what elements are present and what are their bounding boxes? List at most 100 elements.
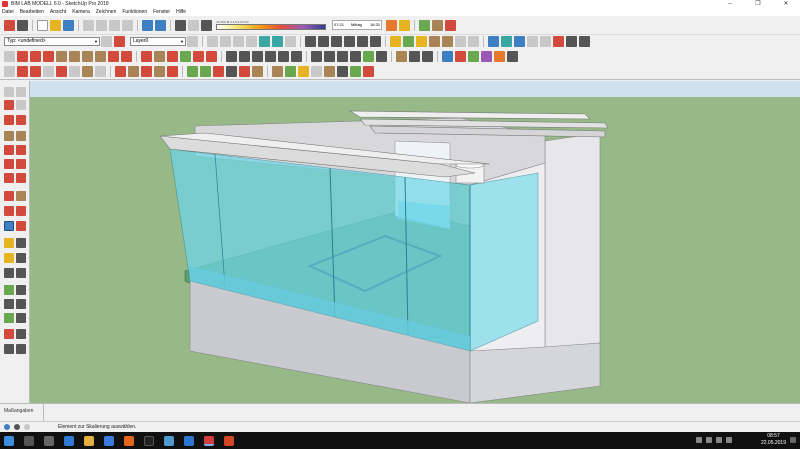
menu-zeichnen[interactable]: Zeichnen [96,9,117,15]
select-arrow-icon[interactable] [4,50,15,62]
section-fill-icon[interactable] [514,36,525,47]
notification-icon[interactable] [790,437,796,443]
line-icon[interactable] [30,50,41,62]
arc-icon[interactable] [108,50,119,62]
text-icon[interactable] [265,50,276,62]
shadow-month-slider[interactable]: J F M A M J J A S O N D [216,20,326,30]
powerpoint-icon[interactable] [224,435,234,446]
position-camera-icon[interactable] [396,50,407,62]
zoom-window-icon[interactable] [350,50,361,62]
previous-view-icon[interactable] [16,313,26,323]
previous-view-icon[interactable] [376,50,387,62]
paint-icon[interactable] [4,100,14,110]
photo-match-icon[interactable] [363,66,374,77]
pencil-icon[interactable] [30,66,41,77]
axes-icon[interactable] [4,268,14,278]
task-view-icon[interactable] [44,435,54,446]
top-view-icon[interactable] [318,36,329,47]
pan-icon[interactable] [324,50,335,62]
sketchup-taskbar-icon[interactable] [204,435,214,446]
iso-view-icon[interactable] [305,36,316,47]
layer-color-icon[interactable] [298,66,309,77]
zoom-extents-icon[interactable] [4,313,14,323]
menu-funktionen[interactable]: Funktionen [122,9,147,15]
paint-bucket-icon[interactable] [252,66,263,77]
move-tool-icon[interactable] [115,66,126,77]
open-folder-icon[interactable] [50,19,61,31]
rotated-rectangle-icon[interactable] [16,131,26,141]
keyboard-icon[interactable] [726,437,732,443]
look-around-icon[interactable] [409,50,420,62]
plugin-c-icon[interactable] [445,19,456,31]
search-icon[interactable] [24,435,34,446]
back-edges-icon[interactable] [220,36,231,47]
scale-icon[interactable] [193,50,204,62]
offset-tool-icon[interactable] [167,66,178,77]
measurements-box[interactable]: Maßangaben [0,404,44,422]
outliner-icon[interactable] [311,66,322,77]
back-view-icon[interactable] [357,36,368,47]
offset-icon[interactable] [206,50,217,62]
section-plane-icon[interactable] [488,36,499,47]
follow-me-icon[interactable] [180,50,191,62]
footprint-icon[interactable] [566,36,577,47]
3d-text-icon[interactable] [291,50,302,62]
push-pull-icon[interactable] [16,191,26,201]
drape-icon[interactable] [442,36,453,47]
arc-tool-icon[interactable] [56,66,67,77]
chevron-down-icon[interactable] [69,66,80,77]
sandbox-from-contours-icon[interactable] [187,66,198,77]
dimension-icon[interactable] [239,50,250,62]
volume-icon[interactable] [716,437,722,443]
line-icon[interactable] [4,115,14,125]
zoom-icon[interactable] [337,50,348,62]
move-icon[interactable] [4,191,14,201]
rotate-icon[interactable] [167,50,178,62]
left-view-icon[interactable] [370,36,381,47]
smoove-icon[interactable] [416,36,427,47]
menu-bearbeiten[interactable]: Bearbeiten [20,9,44,15]
select-icon[interactable] [4,87,14,97]
text-icon[interactable] [16,253,26,263]
network-icon[interactable] [706,437,712,443]
tape-measure-icon[interactable] [226,50,237,62]
credits-icon[interactable] [14,424,20,430]
app-icon[interactable] [164,435,174,446]
3d-viewport[interactable] [30,81,800,403]
eraser-icon[interactable] [16,100,26,110]
section-plane-icon[interactable] [16,344,26,354]
chevron-down-icon[interactable] [43,66,54,77]
solid-intersect-icon[interactable] [468,50,479,62]
edge-browser-icon[interactable] [64,435,74,446]
push-pull-tool-icon[interactable] [128,66,139,77]
push-pull-icon[interactable] [154,50,165,62]
guides-icon[interactable] [540,36,551,47]
help-status-icon[interactable] [24,424,30,430]
type-dropdown[interactable]: Typ: <undefined> ▼ [4,37,100,46]
shape-icon[interactable] [82,66,93,77]
component-options-icon[interactable] [239,66,250,77]
shadow-time-slider[interactable]: 07:21 Mittag 16:32 [332,20,382,30]
texture-positioning-icon[interactable] [272,66,283,77]
menu-hilfe[interactable]: Hilfe [176,9,186,15]
shadows-toggle-icon[interactable] [201,19,212,31]
edge-style-icon[interactable] [399,19,410,31]
menu-kamera[interactable]: Kamera [72,9,90,15]
rotate-icon[interactable] [4,206,14,216]
shaded-icon[interactable] [259,36,270,47]
chevron-down-icon[interactable] [95,66,106,77]
rectangle-icon[interactable] [56,50,67,62]
windows-start-icon[interactable] [4,435,14,446]
zoom-window-icon[interactable] [16,299,26,309]
save-icon[interactable] [63,19,74,31]
circle-icon[interactable] [4,145,14,155]
freehand-icon[interactable] [16,115,26,125]
menu-fenster[interactable]: Fenster [153,9,170,15]
layer-status-icon[interactable] [114,36,125,47]
geo-location-icon[interactable] [213,66,224,77]
arc-icon[interactable] [4,159,14,169]
polygon-icon[interactable] [16,145,26,155]
three-point-arc-icon[interactable] [4,173,14,183]
follow-me-icon[interactable] [16,206,26,216]
pie-icon[interactable] [121,50,132,62]
